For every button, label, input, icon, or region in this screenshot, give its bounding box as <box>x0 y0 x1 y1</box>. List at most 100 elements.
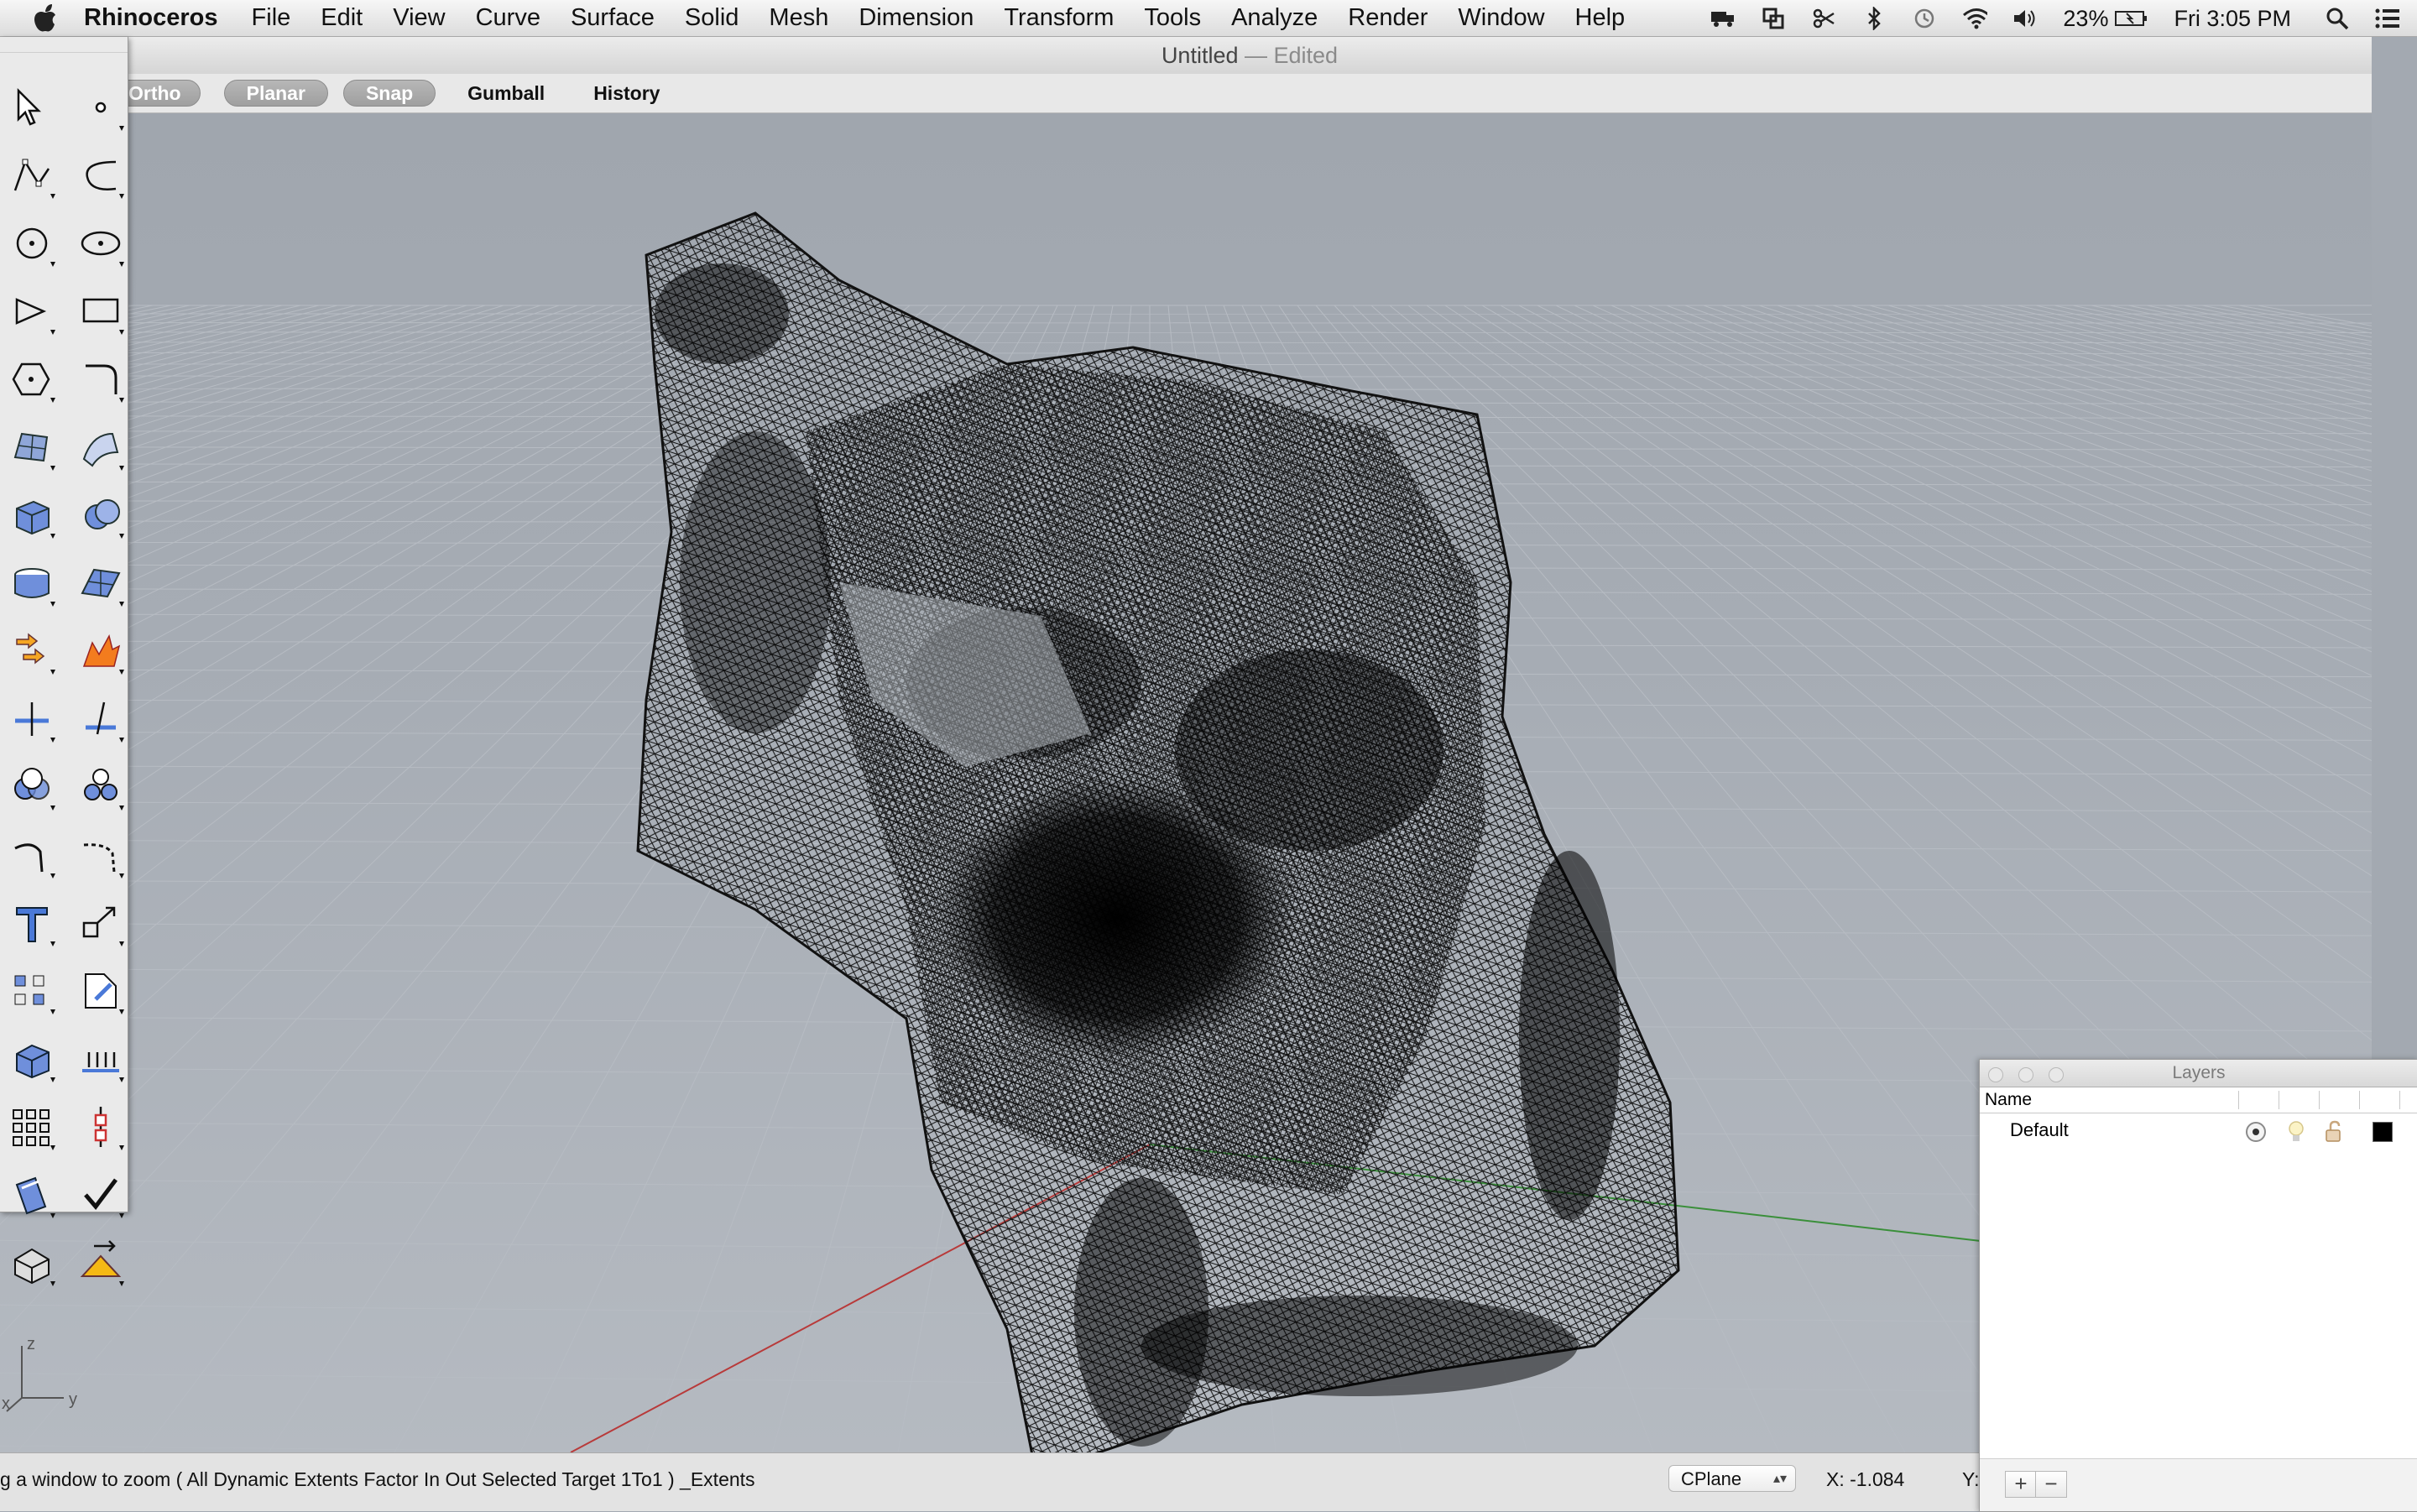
fillet-curve-icon[interactable] <box>76 354 126 404</box>
bluetooth-icon[interactable] <box>1861 6 1887 31</box>
polygon-icon[interactable] <box>7 354 57 404</box>
chamfer-icon[interactable] <box>76 830 126 880</box>
gumball-icon[interactable] <box>76 1102 126 1152</box>
explode-icon[interactable] <box>76 626 126 676</box>
cplane-select[interactable]: CPlane ▴▾ <box>1668 1465 1796 1492</box>
curve-icon[interactable] <box>76 150 126 201</box>
document-state: Edited <box>1274 43 1339 68</box>
menu-help[interactable]: Help <box>1575 4 1626 32</box>
select-arrow-icon[interactable] <box>7 82 57 133</box>
layer-row[interactable]: Default <box>1980 1113 2417 1147</box>
battery-percent: 23% <box>2063 6 2108 32</box>
app-menu[interactable]: Rhinoceros <box>84 4 218 32</box>
layer-color-swatch[interactable] <box>2373 1122 2393 1142</box>
analyze-icon[interactable] <box>7 1170 57 1220</box>
layers-title: Layers <box>2172 1063 2225 1082</box>
cplane-value: CPlane <box>1681 1468 1741 1489</box>
menu-clock[interactable]: Fri 3:05 PM <box>2174 6 2291 32</box>
layers-footer: + − <box>1980 1458 2417 1511</box>
boolean-split-icon[interactable] <box>76 762 126 812</box>
notification-list-icon[interactable] <box>2375 6 2400 31</box>
axis-x-label: x <box>2 1395 10 1413</box>
ellipse-icon[interactable] <box>76 218 126 269</box>
fillet-icon[interactable] <box>7 830 57 880</box>
render-icon[interactable] <box>7 1238 57 1288</box>
box-icon[interactable] <box>7 490 57 540</box>
layers-title-bar[interactable]: Layers <box>1980 1060 2417 1087</box>
lightbulb-icon[interactable] <box>2287 1120 2305 1144</box>
grid-icon[interactable] <box>76 1034 126 1084</box>
extrude-solid-icon[interactable] <box>7 1034 57 1084</box>
scissors-icon[interactable] <box>1811 6 1836 31</box>
document-title: Untitled <box>1162 43 1239 68</box>
menu-surface[interactable]: Surface <box>571 4 655 32</box>
trim-icon[interactable] <box>7 694 57 744</box>
menu-window[interactable]: Window <box>1458 4 1544 32</box>
check-icon[interactable] <box>76 1170 126 1220</box>
column-name[interactable]: Name <box>1985 1090 2032 1109</box>
remove-layer-button[interactable]: − <box>2035 1471 2067 1498</box>
menu-tools[interactable]: Tools <box>1144 4 1201 32</box>
command-prompt[interactable]: g a window to zoom ( All Dynamic Extents… <box>0 1468 755 1491</box>
menu-dimension[interactable]: Dimension <box>859 4 974 32</box>
layers-column-header: Name <box>1980 1087 2417 1113</box>
close-icon[interactable] <box>1988 1067 2003 1082</box>
boolean-union-icon[interactable] <box>7 762 57 812</box>
layers-panel: Layers Name Default + − <box>1979 1059 2417 1512</box>
gumball-toggle[interactable]: Gumball <box>467 82 545 105</box>
menu-extras: 23% Fri 3:05 PM <box>1685 0 2417 37</box>
surface-edit-icon[interactable] <box>76 422 126 472</box>
axis-y-label: y <box>69 1390 77 1409</box>
mac-menu-bar: Rhinoceros File Edit View Curve Surface … <box>0 0 2417 37</box>
toolbox-title-bar[interactable] <box>0 37 128 53</box>
array-icon[interactable] <box>7 966 57 1016</box>
title-separator: — <box>1238 43 1273 68</box>
light-icon[interactable] <box>76 1238 126 1288</box>
split-icon[interactable] <box>76 694 126 744</box>
join-icon[interactable] <box>7 626 57 676</box>
rectangle-icon[interactable] <box>76 286 126 336</box>
circle-icon[interactable] <box>7 218 57 269</box>
volume-icon[interactable] <box>2012 6 2038 31</box>
current-layer-radio-icon[interactable] <box>2245 1121 2267 1143</box>
sphere-icon[interactable] <box>76 490 126 540</box>
truck-icon[interactable] <box>1710 6 1736 31</box>
minimize-icon[interactable] <box>2018 1067 2033 1082</box>
time-machine-icon[interactable] <box>1912 6 1937 31</box>
text-icon[interactable] <box>7 898 57 948</box>
world-axes-icon <box>7 1346 64 1411</box>
add-layer-button[interactable]: + <box>2005 1471 2037 1498</box>
menu-curve[interactable]: Curve <box>476 4 540 32</box>
sync-icon[interactable] <box>1761 6 1786 31</box>
transform-icon[interactable] <box>76 966 126 1016</box>
menu-transform[interactable]: Transform <box>1004 4 1114 32</box>
history-toggle[interactable]: History <box>593 82 660 105</box>
menu-edit[interactable]: Edit <box>321 4 363 32</box>
menu-mesh[interactable]: Mesh <box>769 4 828 32</box>
cylinder-icon[interactable] <box>7 558 57 608</box>
lock-icon[interactable] <box>2324 1120 2347 1144</box>
apple-menu-icon[interactable] <box>32 3 59 34</box>
spotlight-icon[interactable] <box>2325 6 2350 31</box>
battery-icon[interactable] <box>2115 6 2148 31</box>
wifi-icon[interactable] <box>1962 6 1987 31</box>
scanned-mesh-object[interactable] <box>638 213 1678 1452</box>
layer-name[interactable]: Default <box>2010 1119 2069 1140</box>
snap-toggle[interactable]: Snap <box>343 80 436 107</box>
menu-render[interactable]: Render <box>1348 4 1428 32</box>
ortho-toggle[interactable]: Ortho <box>128 80 201 107</box>
zoom-icon[interactable] <box>2049 1067 2064 1082</box>
menu-file[interactable]: File <box>252 4 291 32</box>
point-icon[interactable] <box>76 82 126 133</box>
scale-icon[interactable] <box>76 898 126 948</box>
plane-surface-icon[interactable] <box>76 558 126 608</box>
surface-from-points-icon[interactable] <box>7 422 57 472</box>
array-grid-icon[interactable] <box>7 1102 57 1152</box>
menu-solid[interactable]: Solid <box>685 4 739 32</box>
menu-view[interactable]: View <box>393 4 445 32</box>
polyline-icon[interactable] <box>7 150 57 201</box>
window-title-bar[interactable]: Untitled — Edited <box>128 37 2372 75</box>
arc-icon[interactable] <box>7 286 57 336</box>
planar-toggle[interactable]: Planar <box>224 80 328 107</box>
menu-analyze[interactable]: Analyze <box>1231 4 1318 32</box>
